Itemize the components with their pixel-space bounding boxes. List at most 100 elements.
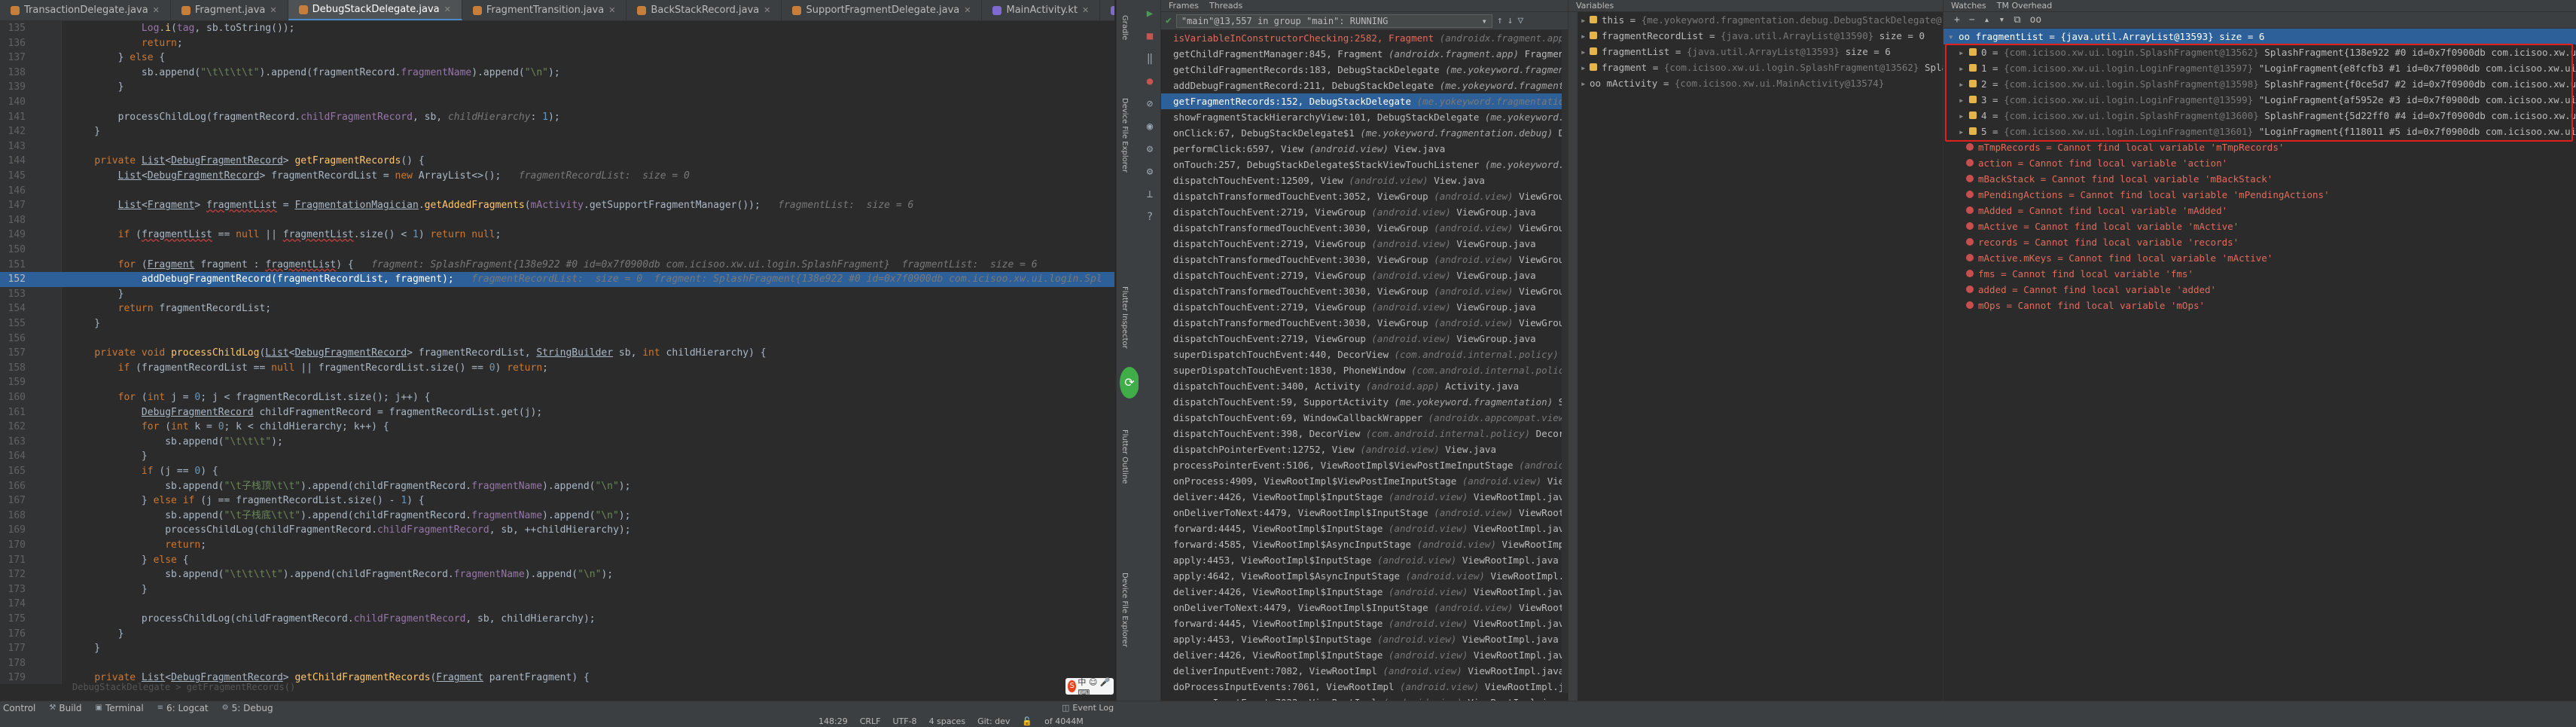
settings-icon[interactable]: ⚙ (1142, 164, 1157, 179)
overhead-tab[interactable]: TM Overhead (1997, 1, 2052, 11)
line-number[interactable]: 154 (0, 301, 26, 316)
watch-item-row[interactable]: ▸ 0 = {com.icisoo.xw.ui.login.SplashFragm… (1943, 44, 2576, 60)
stack-frame[interactable]: dispatchTransformedTouchEvent:3052, View… (1161, 188, 1568, 204)
editor-tab[interactable]: MainFragment.kt✕ (1100, 0, 1114, 20)
code-text[interactable]: } else if (j == fragmentRecordList.size(… (71, 493, 425, 509)
variable-row[interactable]: ▸ fragmentRecordList = {java.util.ArrayLi… (1568, 28, 1943, 44)
stack-frame[interactable]: getChildFragmentRecords:183, DebugStackD… (1161, 62, 1568, 78)
code-text[interactable]: for (int j = 0; j < fragmentRecordList.s… (71, 390, 431, 405)
line-number[interactable]: 177 (0, 641, 26, 656)
pause-icon[interactable]: ‖ (1142, 51, 1157, 66)
code-line[interactable]: 143 (0, 139, 1114, 154)
editor-tab[interactable]: SupportFragmentDelegate.java ✕ (782, 0, 983, 20)
code-line[interactable]: 176 } (0, 627, 1114, 642)
code-line[interactable]: 171 } else { (0, 553, 1114, 568)
line-number[interactable]: 175 (0, 612, 26, 627)
stack-frame[interactable]: onClick:67, DebugStackDelegate$1 (me.yok… (1161, 125, 1568, 141)
ime-toolbar[interactable]: S 中 ☺ 🎤 ⌨ (1065, 677, 1114, 698)
line-number[interactable]: 148 (0, 213, 26, 228)
line-number[interactable]: 150 (0, 243, 26, 258)
stack-frame[interactable]: onTouch:257, DebugStackDelegate$StackVie… (1161, 157, 1568, 173)
stack-frame[interactable]: performClick:6597, View (android.view) V… (1161, 141, 1568, 157)
code-line[interactable]: 162 for (int k = 0; k < childHierarchy; … (0, 420, 1114, 435)
stack-frame[interactable]: getChildFragmentManager:845, Fragment (a… (1161, 46, 1568, 62)
cursor-position[interactable]: 148:29 (819, 716, 848, 726)
code-line[interactable]: 142 } (0, 124, 1114, 139)
line-number[interactable]: 179 (0, 670, 26, 684)
code-line[interactable]: 144 private List<DebugFragmentRecord> ge… (0, 154, 1114, 169)
step-over-icon[interactable]: ↑ (1497, 15, 1503, 26)
line-number[interactable]: 169 (0, 523, 26, 538)
thread-dropdown[interactable]: "main"@13,557 in group "main": RUNNING ▾ (1175, 14, 1492, 28)
line-number[interactable]: 162 (0, 420, 26, 435)
line-number[interactable]: 156 (0, 331, 26, 347)
code-line[interactable]: 136 return; (0, 36, 1114, 51)
show-types-icon[interactable]: oo (2030, 14, 2042, 26)
add-watch-icon[interactable]: + (1954, 14, 1960, 26)
mute-breakpoints-icon[interactable]: ⊘ (1142, 96, 1157, 111)
line-number[interactable]: 164 (0, 449, 26, 464)
stack-frame[interactable]: dispatchTouchEvent:2719, ViewGroup (andr… (1161, 331, 1568, 347)
expand-arrow-icon[interactable]: ▸ (1959, 92, 1969, 108)
stack-frame[interactable]: dispatchTouchEvent:2719, ViewGroup (andr… (1161, 236, 1568, 252)
code-text[interactable]: addDebugFragmentRecord(fragmentRecordLis… (71, 272, 1102, 287)
code-line[interactable]: 151 for (Fragment fragment : fragmentLis… (0, 258, 1114, 273)
code-line[interactable]: 174 (0, 597, 1114, 612)
line-number[interactable]: 145 (0, 169, 26, 184)
stack-frame[interactable]: addDebugFragmentRecord:211, DebugStackDe… (1161, 78, 1568, 93)
stack-frame[interactable]: onDeliverToNext:4479, ViewRootImpl$Input… (1161, 505, 1568, 521)
bottom-tab[interactable]: ≡ 6: Logcat (157, 703, 209, 713)
code-line[interactable]: 169 processChildLog(childFragmentRecord.… (0, 523, 1114, 538)
code-text[interactable]: sb.append("\t\t\t\t").append(childFragme… (71, 567, 613, 582)
stack-frame[interactable]: dispatchTransformedTouchEvent:3030, View… (1161, 220, 1568, 236)
line-number[interactable]: 158 (0, 361, 26, 376)
bottom-tab[interactable]: ⚙ 5: Debug (222, 703, 273, 713)
line-number[interactable]: 160 (0, 390, 26, 405)
code-text[interactable]: List<Fragment> fragmentList = Fragmentat… (71, 198, 914, 213)
stack-frame[interactable]: forward:4445, ViewRootImpl$InputStage (a… (1161, 616, 1568, 631)
line-number[interactable]: 153 (0, 287, 26, 302)
vtab-gradle[interactable]: Gradle (1120, 15, 1129, 40)
code-line[interactable]: 159 (0, 375, 1114, 390)
code-editor[interactable]: 135 Log.i(tag, sb.toString()); 136 return… (0, 21, 1114, 684)
stack-frame[interactable]: apply:4453, ViewRootImpl$InputStage (and… (1161, 552, 1568, 568)
close-icon[interactable]: ✕ (1082, 5, 1089, 15)
code-line[interactable]: 178 (0, 656, 1114, 671)
line-number[interactable]: 174 (0, 597, 26, 612)
file-encoding[interactable]: UTF-8 (892, 716, 916, 726)
stack-frame[interactable]: doProcessInputEvents:7061, ViewRootImpl … (1161, 679, 1568, 695)
stack-frame[interactable]: getFragmentRecords:152, DebugStackDelega… (1161, 93, 1568, 109)
stack-frame[interactable]: dispatchTransformedTouchEvent:3030, View… (1161, 283, 1568, 299)
stack-frame[interactable]: onProcess:4909, ViewRootImpl$ViewPostIme… (1161, 473, 1568, 489)
watch-error-row[interactable]: mAdded = Cannot find local variable 'mAd… (1943, 203, 2576, 218)
watch-error-row[interactable]: mActive = Cannot find local variable 'mA… (1943, 218, 2576, 234)
line-number[interactable]: 173 (0, 582, 26, 597)
code-line[interactable]: 173 } (0, 582, 1114, 597)
line-number[interactable]: 147 (0, 198, 26, 213)
editor-tab[interactable]: BackStackRecord.java ✕ (626, 0, 782, 20)
code-text[interactable]: } else { (71, 553, 189, 568)
lock-icon[interactable]: 🔓 (1022, 716, 1032, 726)
line-number[interactable]: 146 (0, 184, 26, 199)
code-line[interactable]: 172 sb.append("\t\t\t\t").append(childFr… (0, 567, 1114, 582)
code-text[interactable]: } (71, 316, 100, 331)
code-text[interactable]: if (fragmentList == null || fragmentList… (71, 228, 501, 243)
indent-setting[interactable]: 4 spaces (929, 716, 966, 726)
stack-frame[interactable]: superDispatchTouchEvent:440, DecorView (… (1161, 347, 1568, 362)
line-number[interactable]: 151 (0, 258, 26, 273)
code-line[interactable]: 155 } (0, 316, 1114, 331)
stack-frame[interactable]: onDeliverToNext:4479, ViewRootImpl$Input… (1161, 600, 1568, 616)
git-branch[interactable]: Git: dev (977, 716, 1010, 726)
line-number[interactable]: 137 (0, 50, 26, 66)
code-text[interactable]: List<DebugFragmentRecord> fragmentRecord… (71, 169, 690, 184)
code-line[interactable]: 167 } else if (j == fragmentRecordList.s… (0, 493, 1114, 509)
stack-frame[interactable]: dispatchTouchEvent:2719, ViewGroup (andr… (1161, 267, 1568, 283)
vtab-flutter-outline[interactable]: Flutter Outline (1120, 429, 1129, 484)
line-number[interactable]: 170 (0, 538, 26, 553)
code-line[interactable]: 157 private void processChildLog(List<De… (0, 346, 1114, 361)
stack-frame[interactable]: dispatchTouchEvent:2719, ViewGroup (andr… (1161, 204, 1568, 220)
expand-arrow-icon[interactable]: ▸ (1581, 60, 1590, 75)
vtab-device-file-explorer-2[interactable]: Device File Explorer (1120, 573, 1129, 647)
variable-row[interactable]: ▸ fragmentList = {java.util.ArrayList@135… (1568, 44, 1943, 60)
code-text[interactable]: } (71, 80, 124, 95)
